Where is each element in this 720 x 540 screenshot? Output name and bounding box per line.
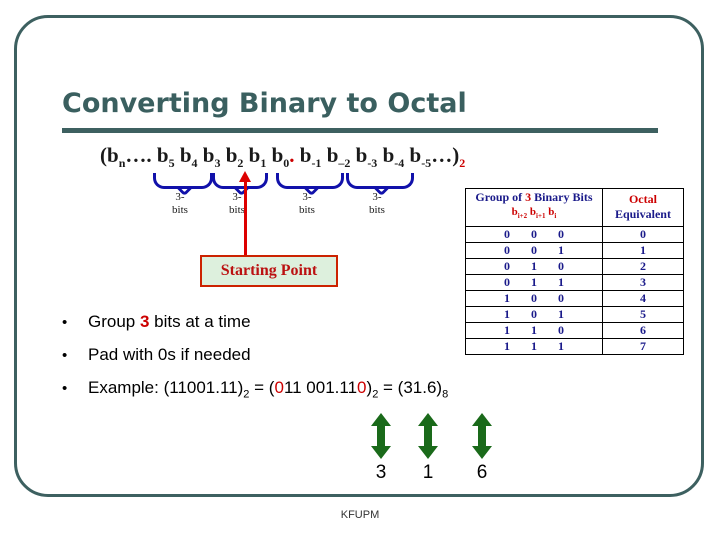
group-label-1-line1: 3- xyxy=(175,191,185,203)
cell-octal: 4 xyxy=(601,290,685,308)
starting-point-box: Starting Point xyxy=(200,255,338,287)
result-digit-1: 3 xyxy=(375,462,387,483)
example-equals-1: = ( xyxy=(249,378,275,397)
group-label-3-line2: bits xyxy=(299,204,315,216)
formula-token-n: (bn xyxy=(100,143,126,171)
example-binary-value: Example: (11001.11) xyxy=(88,378,244,397)
bullet-item-example: • Example: (11001.11)2 = (011 001.110)2 … xyxy=(62,378,662,400)
bullet-text-1: Group 3 bits at a time xyxy=(88,312,251,332)
formula-token-2: b2 xyxy=(220,143,244,171)
page-title: Converting Binary to Octal xyxy=(62,88,467,119)
group-label-2: 3- bits xyxy=(217,191,257,217)
cell-bits: 0 0 1 xyxy=(465,242,603,260)
bullet-1-post: bits at a time xyxy=(149,312,251,331)
example-octal-result: = (31.6) xyxy=(378,378,443,397)
starting-point-label: Starting Point xyxy=(220,262,318,279)
bullet-text-3: Example: (11001.11)2 = (011 001.110)2 = … xyxy=(88,378,448,400)
formula-token-3: b3 xyxy=(197,143,221,171)
group-label-2-line1: 3- xyxy=(232,191,242,203)
formula-tail: …) xyxy=(431,143,460,167)
formula-token-m4: b-4 xyxy=(377,143,405,171)
group-brace-3 xyxy=(276,173,344,189)
result-digit-3: 6 xyxy=(476,462,488,483)
binary-point: . xyxy=(289,143,295,167)
group-label-3: 3- bits xyxy=(287,191,327,217)
table-row: 1 0 0 4 xyxy=(465,290,685,308)
cell-bits: 0 0 0 xyxy=(465,226,603,244)
formula-token-5: …. b5 xyxy=(125,143,175,171)
title-divider xyxy=(62,128,658,133)
bullet-item-group-3-bits: • Group 3 bits at a time xyxy=(62,312,662,332)
header-octal-equivalent: Octal Equivalent xyxy=(601,187,685,228)
footer-label: KFUPM xyxy=(340,509,380,521)
header-group-text-pre: Group of xyxy=(475,190,526,204)
formula-token-4: b4 xyxy=(174,143,198,171)
bullet-dot-icon: • xyxy=(62,347,68,364)
cell-bits: 0 1 1 xyxy=(465,274,603,292)
bullet-item-pad-zeros: • Pad with 0s if needed xyxy=(62,345,662,365)
header-group-of-3-bits: Group of 3 Binary Bits bi+2 bi+1 bi xyxy=(465,187,603,228)
example-pad-right: 0 xyxy=(357,378,367,397)
table-header-row: Group of 3 Binary Bits bi+2 bi+1 bi Octa… xyxy=(465,187,685,228)
group-label-4-line1: 3- xyxy=(372,191,382,203)
cell-bits: 0 1 0 xyxy=(465,258,603,276)
group-label-4: 3- bits xyxy=(357,191,397,217)
result-digit-2: 1 xyxy=(422,462,434,483)
table-row: 0 0 0 0 xyxy=(465,226,685,244)
header-group-subscript: bi+2 bi+1 bi xyxy=(511,206,557,221)
cell-octal: 2 xyxy=(601,258,685,276)
binary-grouping-diagram: (bn…. b5 b4 b3 b2 b1 b0. b-1 b–2 b-3 b-4… xyxy=(100,143,465,287)
group-label-1: 3- bits xyxy=(160,191,200,217)
table-row: 0 0 1 1 xyxy=(465,242,685,260)
double-arrow-icon-1 xyxy=(370,413,392,459)
bullet-text-2: Pad with 0s if needed xyxy=(88,345,251,364)
cell-octal: 1 xyxy=(601,242,685,260)
double-arrow-icon-2 xyxy=(417,413,439,459)
cell-octal: 3 xyxy=(601,274,685,292)
bullet-dot-icon: • xyxy=(62,380,68,397)
header-octal-line2: Equivalent xyxy=(614,207,671,222)
group-brace-1 xyxy=(153,173,213,189)
formula-token-0: b0 xyxy=(266,143,290,171)
formula-token-1: b1 xyxy=(243,143,267,171)
group-brace-4 xyxy=(346,173,414,189)
example-grouped-bits: 11 001.11 xyxy=(283,378,358,397)
formula-base: 2 xyxy=(459,156,466,171)
cell-bits: 1 0 0 xyxy=(465,290,603,308)
bullet-1-pre: Group xyxy=(88,312,140,331)
bullet-dot-icon: • xyxy=(62,314,68,331)
formula-token-m1: b-1 xyxy=(294,143,322,171)
table-row: 0 1 1 3 xyxy=(465,274,685,292)
group-label-4-line2: bits xyxy=(369,204,385,216)
table-row: 0 1 0 2 xyxy=(465,258,685,276)
example-pad-left: 0 xyxy=(274,378,284,397)
group-label-2-line2: bits xyxy=(229,204,245,216)
header-group-text-post: Binary Bits xyxy=(531,190,593,204)
formula-token-m3: b-3 xyxy=(350,143,378,171)
double-arrow-icon-3 xyxy=(471,413,493,459)
binary-formula: (bn…. b5 b4 b3 b2 b1 b0. b-1 b–2 b-3 b-4… xyxy=(100,143,465,171)
formula-token-m5: b-5 xyxy=(404,143,432,171)
group-label-3-line1: 3- xyxy=(302,191,312,203)
starting-point-arrow-head xyxy=(239,171,251,182)
group-label-1-line2: bits xyxy=(172,204,188,216)
example-base-8: 8 xyxy=(442,388,449,401)
formula-token-m2: b–2 xyxy=(321,143,351,171)
starting-point-arrow-stem xyxy=(244,179,247,259)
table-head: Group of 3 Binary Bits bi+2 bi+1 bi Octa… xyxy=(465,187,685,228)
title-block: Converting Binary to Octal xyxy=(62,88,662,119)
cell-octal: 0 xyxy=(601,226,685,244)
header-octal-line1: Octal xyxy=(628,192,657,207)
bullet-list: • Group 3 bits at a time • Pad with 0s i… xyxy=(62,312,662,413)
